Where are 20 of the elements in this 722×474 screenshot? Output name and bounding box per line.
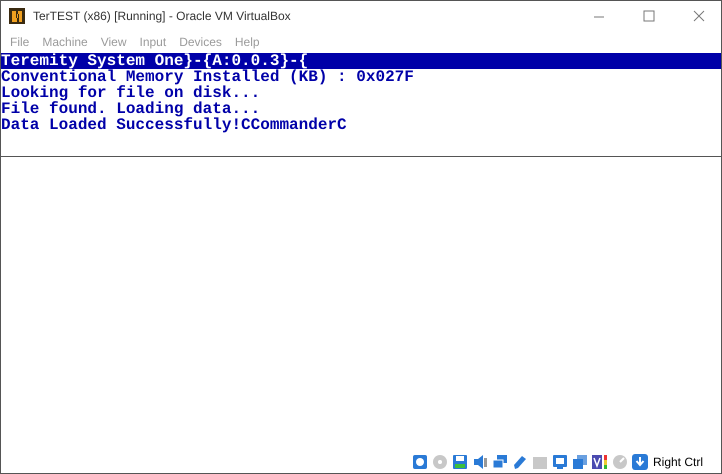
maximize-icon[interactable] <box>643 10 655 22</box>
menu-item[interactable]: Input <box>140 33 166 51</box>
menu-item[interactable]: Help <box>234 33 260 51</box>
display-icon[interactable] <box>550 452 569 470</box>
monitors-icon[interactable] <box>490 452 509 470</box>
v-chip-icon[interactable] <box>590 452 609 470</box>
menu-item[interactable]: View <box>100 33 126 51</box>
windows-icon[interactable] <box>570 452 589 470</box>
window-title: TerTEST (x86) [Running] - Oracle VM VirtualBox <box>33 8 291 25</box>
menu-item[interactable]: Machine <box>42 33 88 51</box>
menu-item[interactable]: File <box>10 33 30 51</box>
close-icon[interactable] <box>693 10 705 22</box>
console-line: Looking for file on disk... <box>1 85 262 101</box>
app-logo-icon <box>9 8 25 24</box>
host-key-label: Right Ctrl <box>652 454 703 470</box>
console-line: File found. Loading data... <box>1 101 260 117</box>
console-line: Conventional Memory Installed (KB) : 0x027F <box>1 69 415 85</box>
menu-item[interactable]: Devices <box>179 33 222 51</box>
console-line: Data Loaded Successfully!CCommanderC <box>1 117 348 133</box>
floppy-icon[interactable] <box>450 452 469 470</box>
